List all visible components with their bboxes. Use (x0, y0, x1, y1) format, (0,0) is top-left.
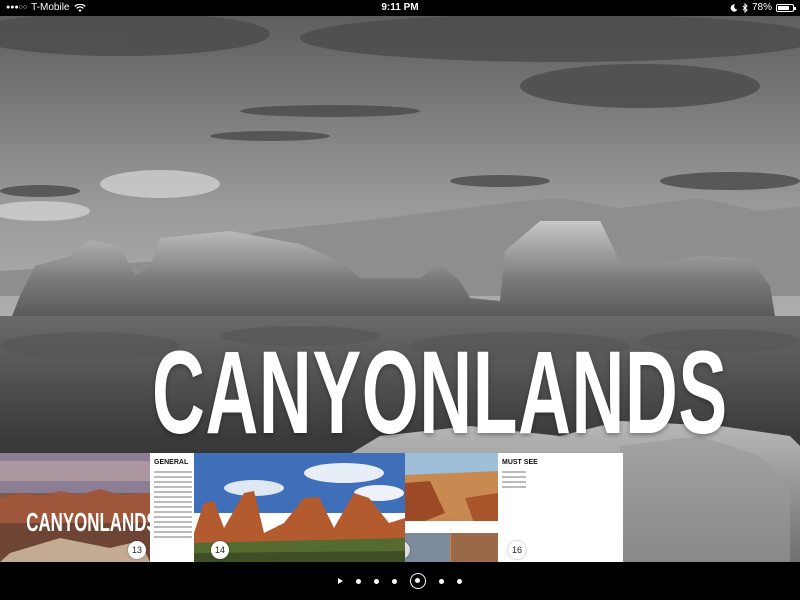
hero-title: CANYONLANDS (152, 327, 728, 459)
page-thumbnail-16[interactable]: MUST SEE 16 (498, 453, 623, 562)
play-icon[interactable] (338, 578, 343, 584)
battery-level (778, 6, 789, 10)
page-dot-current[interactable] (410, 573, 426, 589)
page-dot-2[interactable] (374, 578, 379, 584)
page-dot-3[interactable] (392, 578, 397, 584)
page-indicator[interactable] (0, 562, 800, 600)
page-thumbnail-strip[interactable]: CANYONLANDS 13 GENERAL 14 MUST SEE 16 (0, 453, 623, 562)
page-thumbnail-13[interactable]: CANYONLANDS 13 (0, 453, 150, 562)
page-dot-6[interactable] (457, 578, 462, 584)
page-13-title: CANYONLANDS (26, 507, 150, 537)
page-thumbnail-14[interactable]: GENERAL 14 (150, 453, 405, 562)
page-15-photo (405, 453, 498, 562)
page-16-heading: MUST SEE (502, 459, 538, 466)
page-number-16: 16 (508, 541, 526, 559)
battery-percent: 78% (751, 2, 772, 13)
page-14-text-column: GENERAL (150, 453, 194, 562)
page-14-heading: GENERAL (154, 459, 189, 466)
page-dot-1[interactable] (356, 578, 361, 584)
page-thumbnail-15[interactable]: 15 (405, 453, 498, 562)
status-right: 78% (730, 0, 796, 16)
bluetooth-icon (742, 3, 748, 13)
page-16-body-text (502, 471, 526, 491)
page-dot-5[interactable] (439, 578, 444, 584)
page-14-body-text (154, 471, 192, 541)
clock: 9:11 PM (381, 2, 419, 13)
page-number-13: 13 (128, 541, 146, 559)
moon-icon (730, 4, 738, 12)
battery-icon (776, 4, 796, 12)
page-number-14: 14 (211, 541, 229, 559)
status-bar: ●●●○○ T-Mobile 9:11 PM 78% (0, 0, 800, 16)
